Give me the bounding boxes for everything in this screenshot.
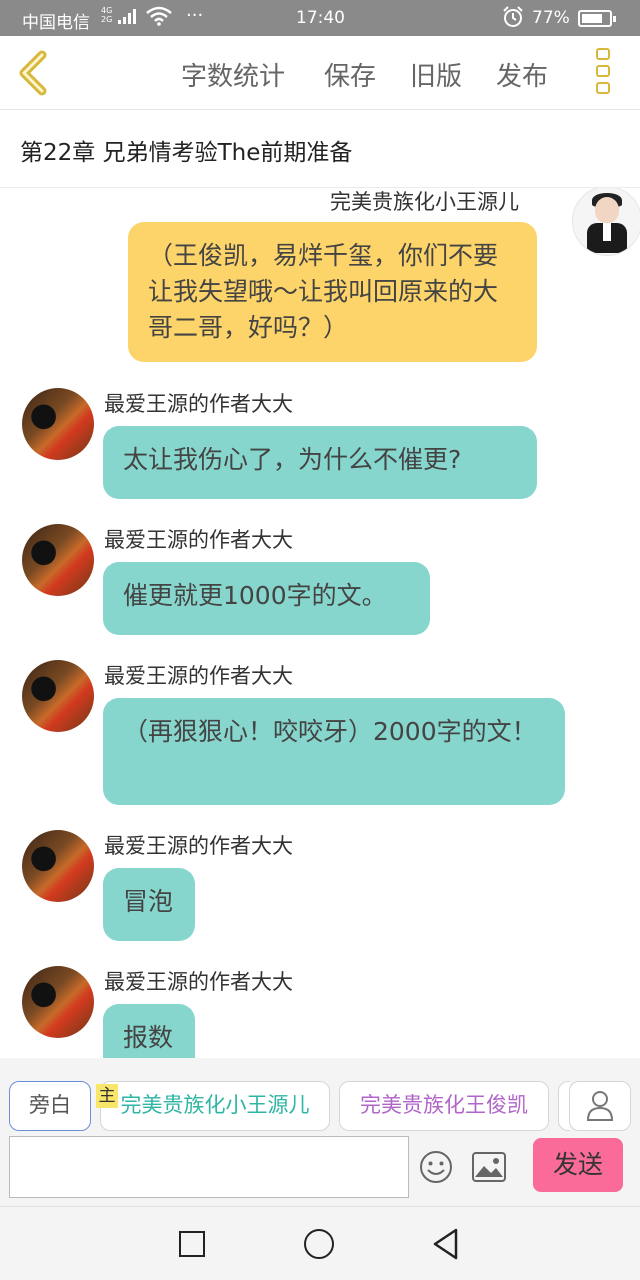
narration-button[interactable]: 旁白 xyxy=(9,1081,91,1131)
image-icon[interactable] xyxy=(472,1152,506,1182)
message-bubble[interactable]: （王俊凯，易烊千玺，你们不要让我失望哦～让我叫回原来的大哥二哥，好吗？） xyxy=(128,222,537,362)
battery-icon xyxy=(578,10,616,27)
circle-icon[interactable] xyxy=(304,1229,334,1259)
person-icon[interactable] xyxy=(569,1081,631,1131)
message-bubble[interactable]: 催更就更1000字的文。 xyxy=(103,562,430,635)
avatar[interactable] xyxy=(22,660,94,732)
clock: 17:40 xyxy=(296,8,345,28)
sender-name: 最爱王源的作者大大 xyxy=(104,834,293,858)
editor-toolbar: 字数统计 保存 旧版 发布 xyxy=(0,36,640,110)
more-vertical-icon[interactable] xyxy=(596,48,614,98)
overflow-dots: ··· xyxy=(186,5,204,26)
sender-name: 最爱王源的作者大大 xyxy=(104,392,293,416)
network-type: 4G 2G xyxy=(101,6,112,24)
message-bubble[interactable]: 太让我伤心了，为什么不催更? xyxy=(103,426,537,499)
message-bubble[interactable]: （再狠狠心！咬咬牙）2000字的文！ xyxy=(103,698,565,805)
chapter-header: 第22章 兄弟情考验The前期准备 xyxy=(0,110,640,188)
chapter-title[interactable]: 第22章 兄弟情考验The前期准备 xyxy=(20,133,352,167)
battery-percent: 77% xyxy=(532,8,570,28)
avatar[interactable] xyxy=(22,830,94,902)
alarm-icon xyxy=(502,6,524,33)
signal-icon xyxy=(118,8,138,29)
old-version-button[interactable]: 旧版 xyxy=(410,56,462,93)
role-button-2[interactable]: 完美贵族化王俊凯 xyxy=(339,1081,549,1131)
sender-name: 最爱王源的作者大大 xyxy=(104,664,293,688)
message-bubble[interactable]: 报数 xyxy=(103,1004,195,1058)
chevron-left-icon[interactable] xyxy=(14,50,54,96)
system-nav-bar xyxy=(0,1206,640,1280)
avatar[interactable] xyxy=(22,388,94,460)
chat-area[interactable]: 完美贵族化小王源儿 （王俊凯，易烊千玺，你们不要让我失望哦～让我叫回原来的大哥二… xyxy=(0,188,640,1058)
input-bar: 旁白 完美贵族化小王源儿 主 完美贵族化王俊凯 发送 xyxy=(0,1058,640,1206)
save-button[interactable]: 保存 xyxy=(324,56,376,93)
avatar[interactable] xyxy=(572,188,640,256)
emoji-icon[interactable] xyxy=(419,1150,453,1184)
avatar[interactable] xyxy=(22,966,94,1038)
status-bar: 中国电信 4G 2G ··· 17:40 77% xyxy=(0,0,640,36)
network-type-bottom: 2G xyxy=(101,15,113,24)
message-bubble[interactable]: 冒泡 xyxy=(103,868,195,941)
wifi-icon xyxy=(146,6,172,31)
carrier-label: 中国电信 xyxy=(22,13,90,33)
square-icon[interactable] xyxy=(179,1231,205,1257)
publish-button[interactable]: 发布 xyxy=(496,56,548,93)
word-count-button[interactable]: 字数统计 xyxy=(181,56,285,93)
send-button[interactable]: 发送 xyxy=(533,1138,623,1192)
message-input[interactable] xyxy=(9,1136,409,1198)
role-button-1[interactable]: 完美贵族化小王源儿 xyxy=(100,1081,330,1131)
sender-name: 最爱王源的作者大大 xyxy=(104,970,293,994)
main-role-tag: 主 xyxy=(96,1084,118,1108)
sender-name: 完美贵族化小王源儿 xyxy=(330,190,519,214)
sender-name: 最爱王源的作者大大 xyxy=(104,528,293,552)
triangle-back-icon[interactable] xyxy=(432,1228,460,1260)
avatar[interactable] xyxy=(22,524,94,596)
network-type-top: 4G xyxy=(101,6,113,15)
